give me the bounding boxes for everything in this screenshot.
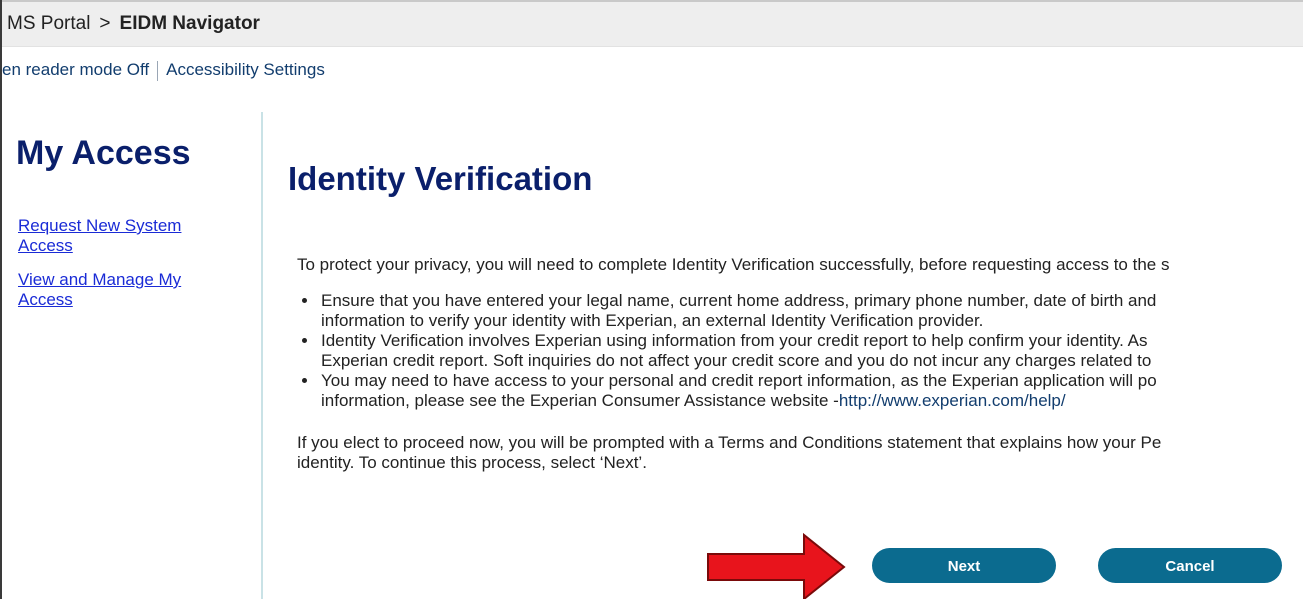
link-text-line2: Access — [18, 290, 73, 309]
breadcrumb: MS Portal > EIDM Navigator — [2, 2, 1303, 47]
sidebar-title: My Access — [16, 134, 191, 172]
separator — [157, 60, 159, 81]
list-item-line2-prefix: information, please see the Experian Con… — [321, 391, 839, 410]
list-item-line2: information to verify your identity with… — [321, 311, 984, 330]
requirements-list: Ensure that you have entered your legal … — [297, 291, 1303, 411]
red-arrow-icon — [707, 532, 846, 599]
outro-line2: identity. To continue this process, sele… — [297, 453, 647, 472]
list-item-line2: information, please see the Experian Con… — [321, 391, 1303, 411]
link-text-line1: Request New System — [18, 216, 182, 235]
list-item: Ensure that you have entered your legal … — [319, 291, 1303, 331]
list-item: Identity Verification involves Experian … — [319, 331, 1303, 371]
list-item-line1: Ensure that you have entered your legal … — [321, 291, 1157, 310]
sidebar-link-request-new-system-access[interactable]: Request New System Access — [18, 216, 243, 256]
main-content: To protect your privacy, you will need t… — [297, 255, 1303, 473]
sidebar-link-view-and-manage-my-access[interactable]: View and Manage My Access — [18, 270, 243, 310]
list-item-line1: You may need to have access to your pers… — [321, 371, 1157, 390]
accessibility-settings-link[interactable]: Accessibility Settings — [166, 60, 325, 79]
outro-line1: If you elect to proceed now, you will be… — [297, 433, 1162, 452]
intro-text: To protect your privacy, you will need t… — [297, 255, 1170, 274]
list-item-line2: Experian credit report. Soft inquiries d… — [321, 351, 1152, 370]
list-item: You may need to have access to your pers… — [319, 371, 1303, 411]
list-item-line1: Identity Verification involves Experian … — [321, 331, 1148, 350]
outro-text: If you elect to proceed now, you will be… — [297, 433, 1303, 473]
link-text-line1: View and Manage My — [18, 270, 182, 289]
sidebar-nav: Request New System Access View and Manag… — [18, 216, 243, 324]
cancel-button[interactable]: Cancel — [1098, 548, 1282, 583]
page-title: Identity Verification — [288, 160, 593, 197]
breadcrumb-root-link[interactable]: MS Portal — [7, 13, 90, 34]
next-button[interactable]: Next — [872, 548, 1056, 583]
breadcrumb-separator: > — [99, 13, 111, 34]
experian-help-link[interactable]: http://www.experian.com/help/ — [839, 391, 1066, 410]
page: MS Portal > EIDM Navigator en reader mode … — [0, 0, 1303, 599]
link-text-line2: Access — [18, 236, 73, 255]
accessibility-bar: en reader mode Off Accessibility Settings — [2, 47, 1303, 93]
screen-reader-mode-link[interactable]: en reader mode Off — [2, 60, 149, 79]
sidebar-divider — [261, 112, 263, 599]
breadcrumb-current: EIDM Navigator — [119, 13, 260, 34]
